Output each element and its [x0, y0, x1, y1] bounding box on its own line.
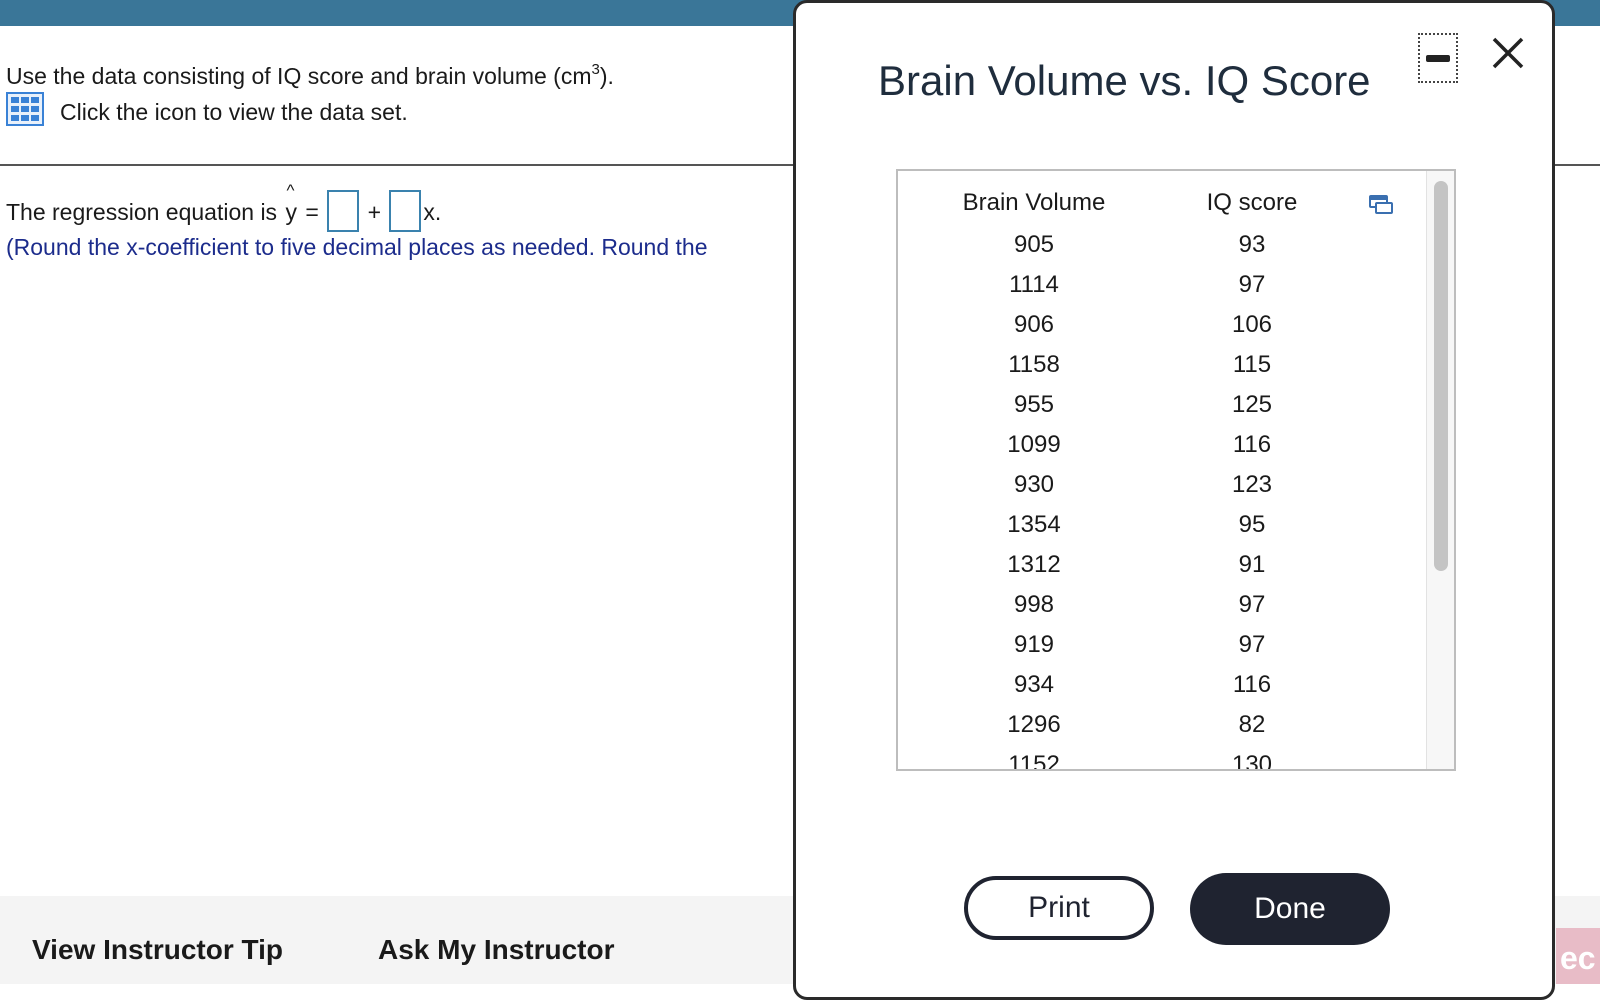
regression-equation: The regression equation is ^ y = + x. — [6, 181, 442, 232]
rounding-hint: (Round the x-coefficient to five decimal… — [6, 234, 708, 260]
iq-score-cell: 116 — [1232, 431, 1272, 458]
iq-score-cell: 95 — [1238, 511, 1266, 538]
table-body: 905 93 1114 97 906 106 1158 115 955 125 1099 1… — [898, 227, 1426, 769]
table-row: 998 97 — [898, 587, 1426, 627]
data-set-dialog: Brain Volume vs. IQ Score Brain Volume I… — [793, 0, 1555, 1000]
table-row: 1354 95 — [898, 507, 1426, 547]
brain-volume-cell: 1296 — [1007, 711, 1061, 738]
iq-score-cell: 123 — [1231, 471, 1273, 498]
question-intro-text: Use the data consisting of IQ score and … — [6, 63, 592, 89]
table-row: 1158 115 — [898, 347, 1426, 387]
brain-volume-cell: 906 — [1013, 311, 1055, 338]
iq-score-cell: 82 — [1238, 711, 1266, 738]
table-row: 905 93 — [898, 227, 1426, 267]
iq-score-cell: 115 — [1232, 351, 1272, 378]
column-header-brain-volume: Brain Volume — [962, 189, 1106, 216]
brain-volume-cell: 930 — [1013, 471, 1055, 498]
print-button[interactable]: Print — [964, 876, 1154, 940]
view-instructor-tip-link[interactable]: View Instructor Tip — [32, 934, 283, 966]
equation-prefix: The regression equation is — [6, 199, 278, 225]
minimize-button[interactable] — [1418, 33, 1458, 83]
data-set-link-text: Click the icon to view the data set. — [60, 99, 408, 125]
brain-volume-cell: 934 — [1013, 671, 1055, 698]
brain-volume-cell: 905 — [1013, 231, 1055, 258]
slope-answer-box[interactable] — [389, 190, 422, 232]
y-symbol: y — [285, 199, 297, 225]
done-button[interactable]: Done — [1190, 873, 1390, 945]
hat-symbol: ^ — [286, 181, 295, 200]
table-row: 906 106 — [898, 307, 1426, 347]
scrollbar-thumb[interactable] — [1434, 181, 1448, 571]
brain-volume-cell: 998 — [1013, 591, 1055, 618]
column-header-iq-score: IQ score — [1206, 189, 1298, 216]
check-answer-button[interactable]: ec — [1556, 928, 1600, 984]
table-row: 955 125 — [898, 387, 1426, 427]
data-set-link-row: Click the icon to view the data set. — [6, 92, 614, 132]
question-block: Use the data consisting of IQ score and … — [6, 52, 614, 132]
iq-score-cell: 97 — [1238, 631, 1266, 658]
copy-icon[interactable] — [1368, 193, 1394, 217]
check-answer-label: ec — [1560, 940, 1596, 976]
cm-cubed-superscript: 3 — [591, 61, 600, 78]
iq-score-cell: 97 — [1238, 591, 1266, 618]
iq-score-cell: 93 — [1238, 231, 1266, 258]
dialog-title: Brain Volume vs. IQ Score — [878, 57, 1371, 104]
data-table-frame: Brain Volume IQ score 905 93 1114 97 906 10… — [896, 169, 1456, 771]
minimize-icon — [1426, 55, 1450, 62]
brain-volume-cell: 955 — [1013, 391, 1055, 418]
iq-score-cell: 106 — [1231, 311, 1273, 338]
table-row: 934 116 — [898, 667, 1426, 707]
x-variable: x. — [423, 199, 442, 225]
data-table: Brain Volume IQ score 905 93 1114 97 906 10… — [898, 171, 1426, 769]
table-row: 1152 130 — [898, 747, 1426, 769]
y-hat-symbol: ^ y — [285, 181, 297, 226]
brain-volume-cell: 1312 — [1007, 551, 1061, 578]
intercept-answer-box[interactable] — [327, 190, 360, 232]
grid-table-icon[interactable] — [6, 92, 44, 126]
brain-volume-cell: 1114 — [1009, 271, 1059, 298]
table-scrollbar[interactable] — [1426, 171, 1454, 769]
brain-volume-cell: 1099 — [1007, 431, 1061, 458]
iq-score-cell: 116 — [1232, 671, 1272, 698]
table-row: 1296 82 — [898, 707, 1426, 747]
brain-volume-cell: 1152 — [1008, 751, 1060, 769]
iq-score-cell: 130 — [1231, 751, 1273, 769]
question-intro: Use the data consisting of IQ score and … — [6, 52, 614, 92]
equals-sign: = — [305, 199, 319, 225]
table-row: 1099 116 — [898, 427, 1426, 467]
brain-volume-cell: 919 — [1013, 631, 1055, 658]
plus-sign: + — [367, 199, 381, 225]
table-row: 919 97 — [898, 627, 1426, 667]
table-row: 1114 97 — [898, 267, 1426, 307]
close-icon — [1492, 37, 1524, 69]
question-intro-end: ). — [599, 63, 614, 89]
table-row: 930 123 — [898, 467, 1426, 507]
close-button[interactable] — [1488, 33, 1528, 73]
iq-score-cell: 125 — [1231, 391, 1273, 418]
iq-score-cell: 91 — [1238, 551, 1266, 578]
iq-score-cell: 97 — [1238, 271, 1266, 298]
ask-my-instructor-link[interactable]: Ask My Instructor — [378, 934, 615, 966]
brain-volume-cell: 1158 — [1008, 351, 1060, 378]
brain-volume-cell: 1354 — [1007, 511, 1061, 538]
table-row: 1312 91 — [898, 547, 1426, 587]
